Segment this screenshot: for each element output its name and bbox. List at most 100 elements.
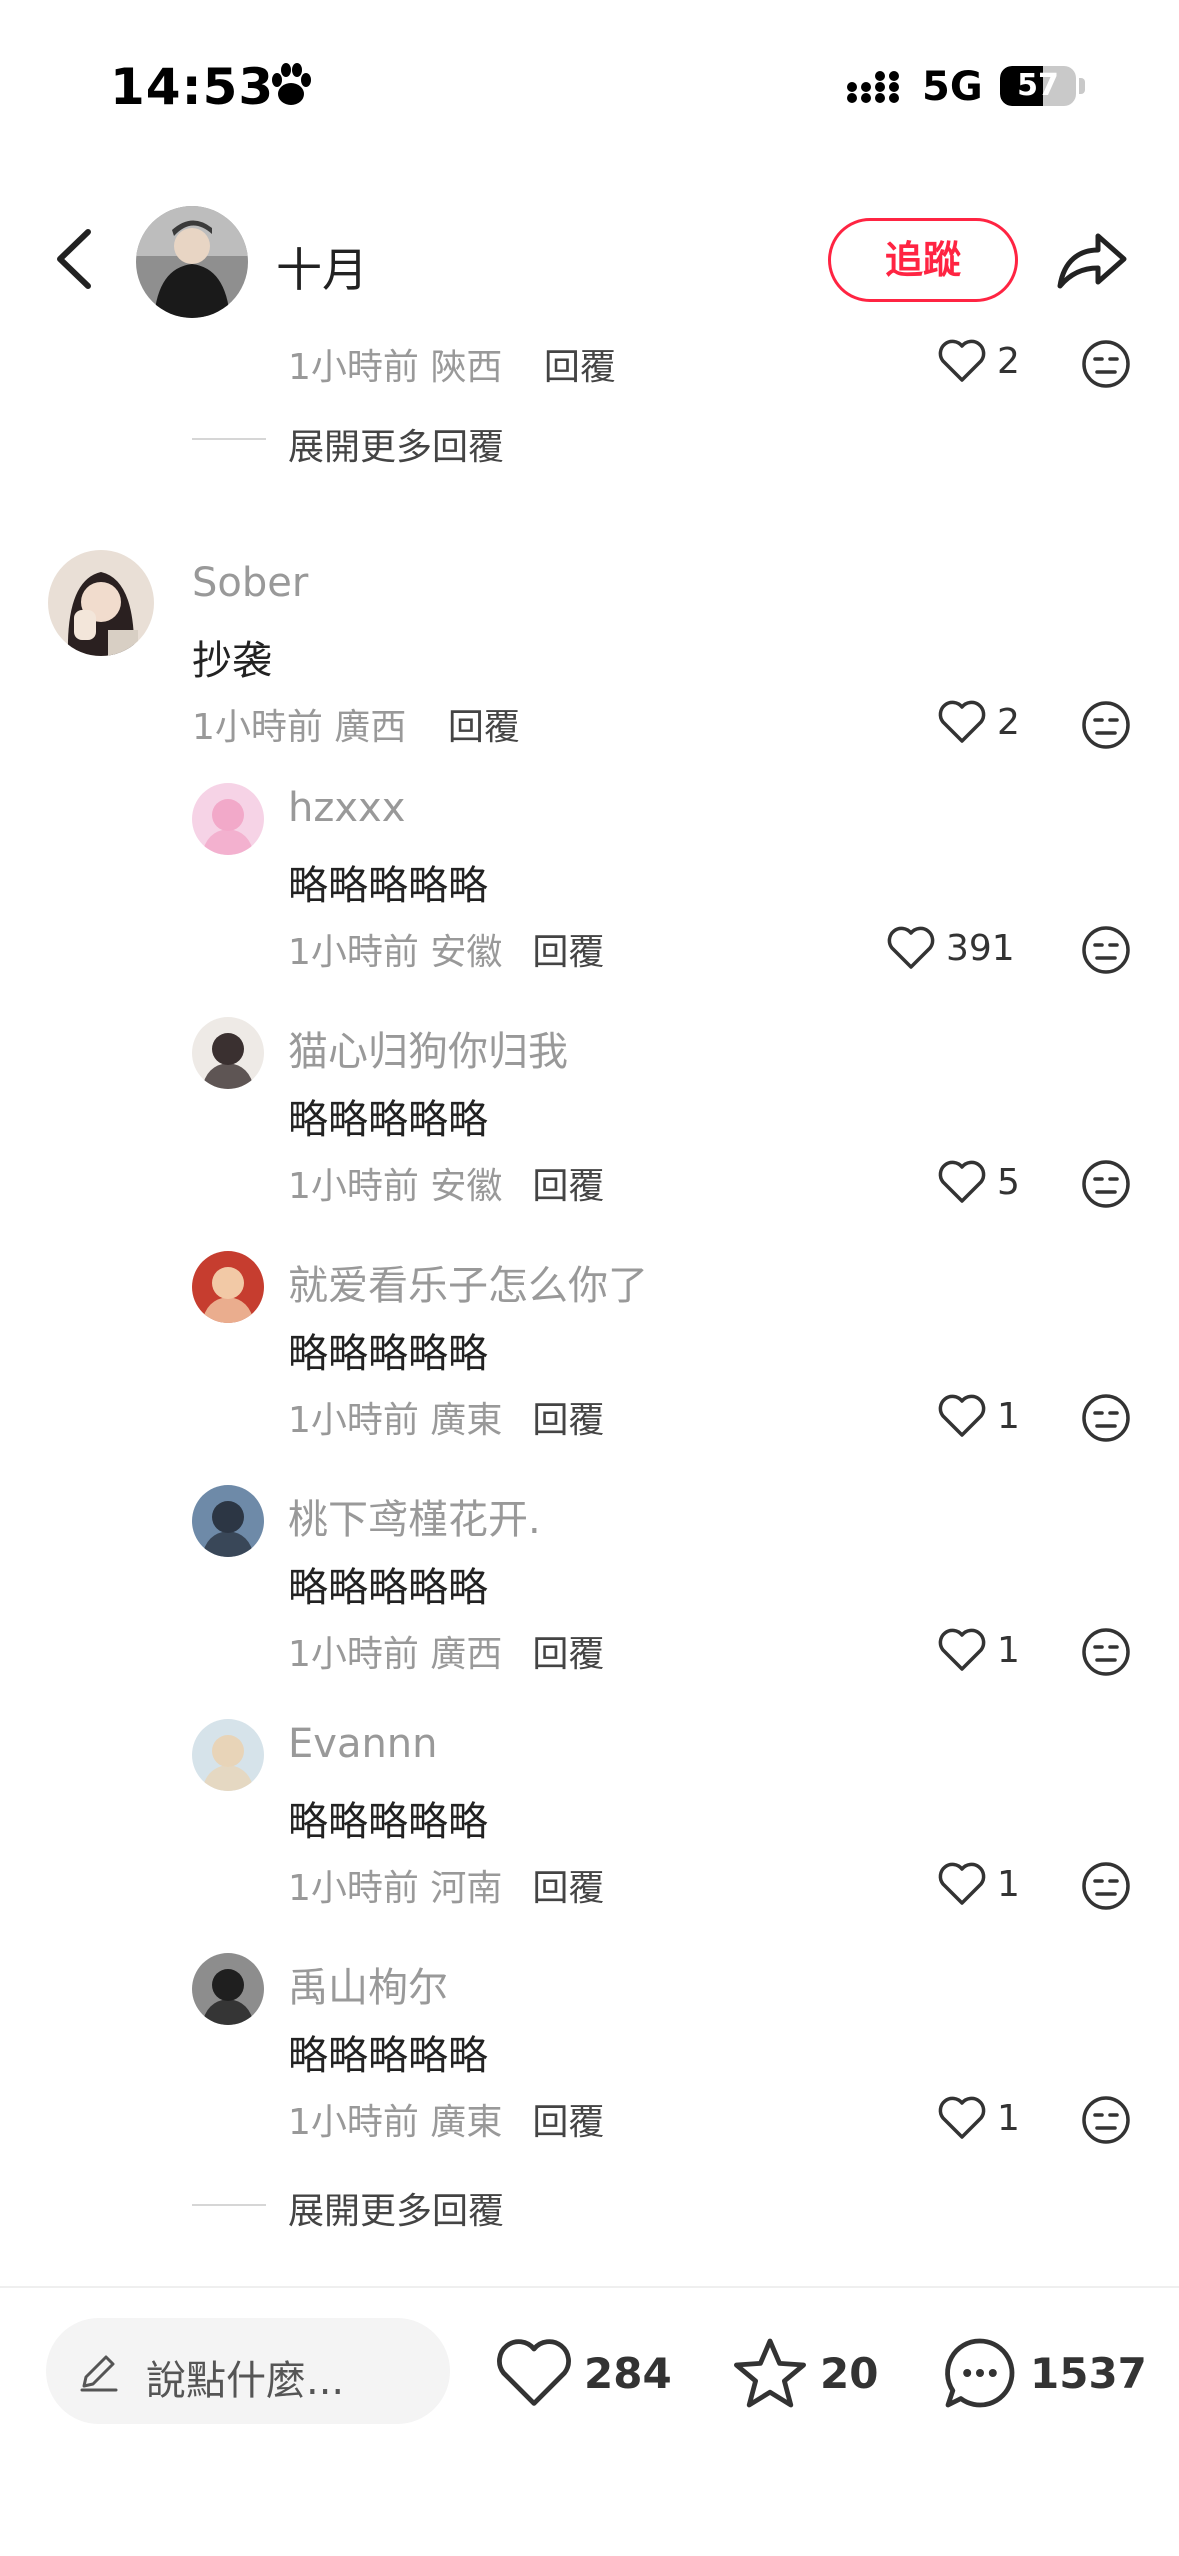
comment-location: 廣西 <box>334 707 407 748</box>
collect-button[interactable]: 20 <box>730 2328 878 2418</box>
author-avatar[interactable] <box>136 206 248 318</box>
like-button[interactable]: 1 <box>937 2093 1020 2143</box>
author-name[interactable]: 十月 <box>276 234 368 300</box>
like-button[interactable]: 2 <box>937 697 1020 747</box>
status-bar: 14:53 5G 57 <box>0 0 1179 150</box>
paw-icon <box>272 63 311 105</box>
avatar[interactable] <box>192 1719 264 1791</box>
avatar[interactable] <box>192 1953 264 2025</box>
like-count: 1 <box>997 1629 1020 1671</box>
reply-username[interactable]: 桃下鸢槿花开. <box>288 1487 541 1545</box>
expand-more-replies[interactable]: 展開更多回覆 <box>288 2182 504 2234</box>
reply-time: 1小時前 <box>288 1634 419 1675</box>
reply-text[interactable]: 略略略略略 <box>288 1789 488 1847</box>
like-button[interactable]: 1 <box>937 1625 1020 1675</box>
comment-location: 陝西 <box>430 347 503 388</box>
reply-location: 廣西 <box>430 1634 503 1675</box>
dislike-emoji-icon[interactable] <box>1080 338 1132 390</box>
battery-icon: 57 <box>1000 66 1076 106</box>
reply-meta: 1小時前 安徽 回覆 <box>288 923 604 975</box>
reply-button[interactable]: 回覆 <box>532 932 604 973</box>
divider <box>192 2204 266 2206</box>
reply-time: 1小時前 <box>288 1868 419 1909</box>
pencil-icon <box>80 2355 118 2392</box>
comment-text[interactable]: 抄袭 <box>192 628 272 686</box>
reply-username[interactable]: Evannn <box>288 1721 438 1767</box>
dislike-emoji-icon[interactable] <box>1080 1158 1132 1210</box>
like-count: 2 <box>997 701 1020 743</box>
dislike-emoji-icon[interactable] <box>1080 1626 1132 1678</box>
post-like-count: 284 <box>584 2348 672 2398</box>
reply-text[interactable]: 略略略略略 <box>288 1087 488 1145</box>
avatar[interactable] <box>192 1017 264 1089</box>
reply-username[interactable]: 就爱看乐子怎么你了 <box>288 1253 648 1311</box>
like-count: 1 <box>997 2097 1020 2139</box>
heart-icon <box>938 339 986 382</box>
dislike-emoji-icon[interactable] <box>1080 1392 1132 1444</box>
reply-meta: 1小時前 廣東 回覆 <box>288 2093 604 2145</box>
heart-icon <box>938 700 986 743</box>
expand-more-replies[interactable]: 展開更多回覆 <box>288 418 504 470</box>
like-button[interactable]: 5 <box>937 1157 1020 1207</box>
reply-location: 河南 <box>430 1868 503 1909</box>
avatar[interactable] <box>48 550 154 656</box>
comment-input-placeholder: 說點什麼... <box>146 2358 345 2404</box>
reply-username[interactable]: hzxxx <box>288 785 405 831</box>
reply-location: 安徽 <box>430 1166 503 1207</box>
share-icon[interactable] <box>1054 224 1128 294</box>
post-header: 十月 追蹤 <box>0 190 1179 330</box>
collect-count: 20 <box>820 2348 879 2398</box>
reply-username[interactable]: 猫心归狗你归我 <box>288 1019 568 1077</box>
like-button[interactable]: 2 <box>937 336 1020 386</box>
divider <box>192 438 266 440</box>
comment-input[interactable]: 說點什麼... <box>46 2318 450 2424</box>
like-count: 2 <box>997 340 1020 382</box>
like-button[interactable]: 1 <box>937 1859 1020 1909</box>
back-icon[interactable] <box>52 226 96 292</box>
dislike-emoji-icon[interactable] <box>1080 924 1132 976</box>
heart-icon <box>938 1862 986 1905</box>
star-icon <box>734 2338 806 2408</box>
comment-username[interactable]: Sober <box>192 560 308 606</box>
avatar[interactable] <box>192 783 264 855</box>
heart-icon <box>938 1394 986 1437</box>
reply-time: 1小時前 <box>288 2102 419 2143</box>
signal-icon <box>847 71 899 103</box>
reply-username[interactable]: 禹山栒尔 <box>288 1955 448 2013</box>
like-count: 5 <box>997 1161 1020 1203</box>
battery-nub <box>1079 78 1085 94</box>
avatar[interactable] <box>192 1251 264 1323</box>
comments-list: 1小時前 陝西 回覆 2 展開更多回覆 Sober 抄袭 1小時前 廣西 回覆 … <box>0 330 1179 2290</box>
status-time: 14:53 <box>110 58 275 116</box>
dislike-emoji-icon[interactable] <box>1080 2094 1132 2146</box>
reply-time: 1小時前 <box>288 1166 419 1207</box>
comment-time: 1小時前 <box>288 347 419 388</box>
comment-icon <box>945 2338 1015 2408</box>
comment-button[interactable]: 1537 <box>940 2328 1147 2418</box>
reply-text[interactable]: 略略略略略 <box>288 1555 488 1613</box>
reply-button[interactable]: 回覆 <box>532 1868 604 1909</box>
like-button[interactable]: 391 <box>886 923 1015 973</box>
reply-location: 廣東 <box>430 2102 503 2143</box>
reply-text[interactable]: 略略略略略 <box>288 2023 488 2081</box>
bottom-action-bar: 說點什麼... 284 20 1537 <box>0 2286 1179 2556</box>
reply-button[interactable]: 回覆 <box>532 1634 604 1675</box>
reply-location: 安徽 <box>430 932 503 973</box>
reply-time: 1小時前 <box>288 1400 419 1441</box>
reply-button[interactable]: 回覆 <box>532 2102 604 2143</box>
dislike-emoji-icon[interactable] <box>1080 1860 1132 1912</box>
reply-button[interactable]: 回覆 <box>544 347 616 388</box>
follow-button[interactable]: 追蹤 <box>828 218 1018 302</box>
reply-meta: 1小時前 廣西 回覆 <box>288 1625 604 1677</box>
like-button[interactable]: 1 <box>937 1391 1020 1441</box>
avatar[interactable] <box>192 1485 264 1557</box>
reply-text[interactable]: 略略略略略 <box>288 1321 488 1379</box>
heart-icon <box>938 1160 986 1203</box>
reply-button[interactable]: 回覆 <box>532 1166 604 1207</box>
dislike-emoji-icon[interactable] <box>1080 699 1132 751</box>
reply-text[interactable]: 略略略略略 <box>288 853 488 911</box>
heart-icon <box>938 1628 986 1671</box>
reply-button[interactable]: 回覆 <box>448 707 520 748</box>
reply-button[interactable]: 回覆 <box>532 1400 604 1441</box>
like-post-button[interactable]: 284 <box>494 2328 672 2418</box>
